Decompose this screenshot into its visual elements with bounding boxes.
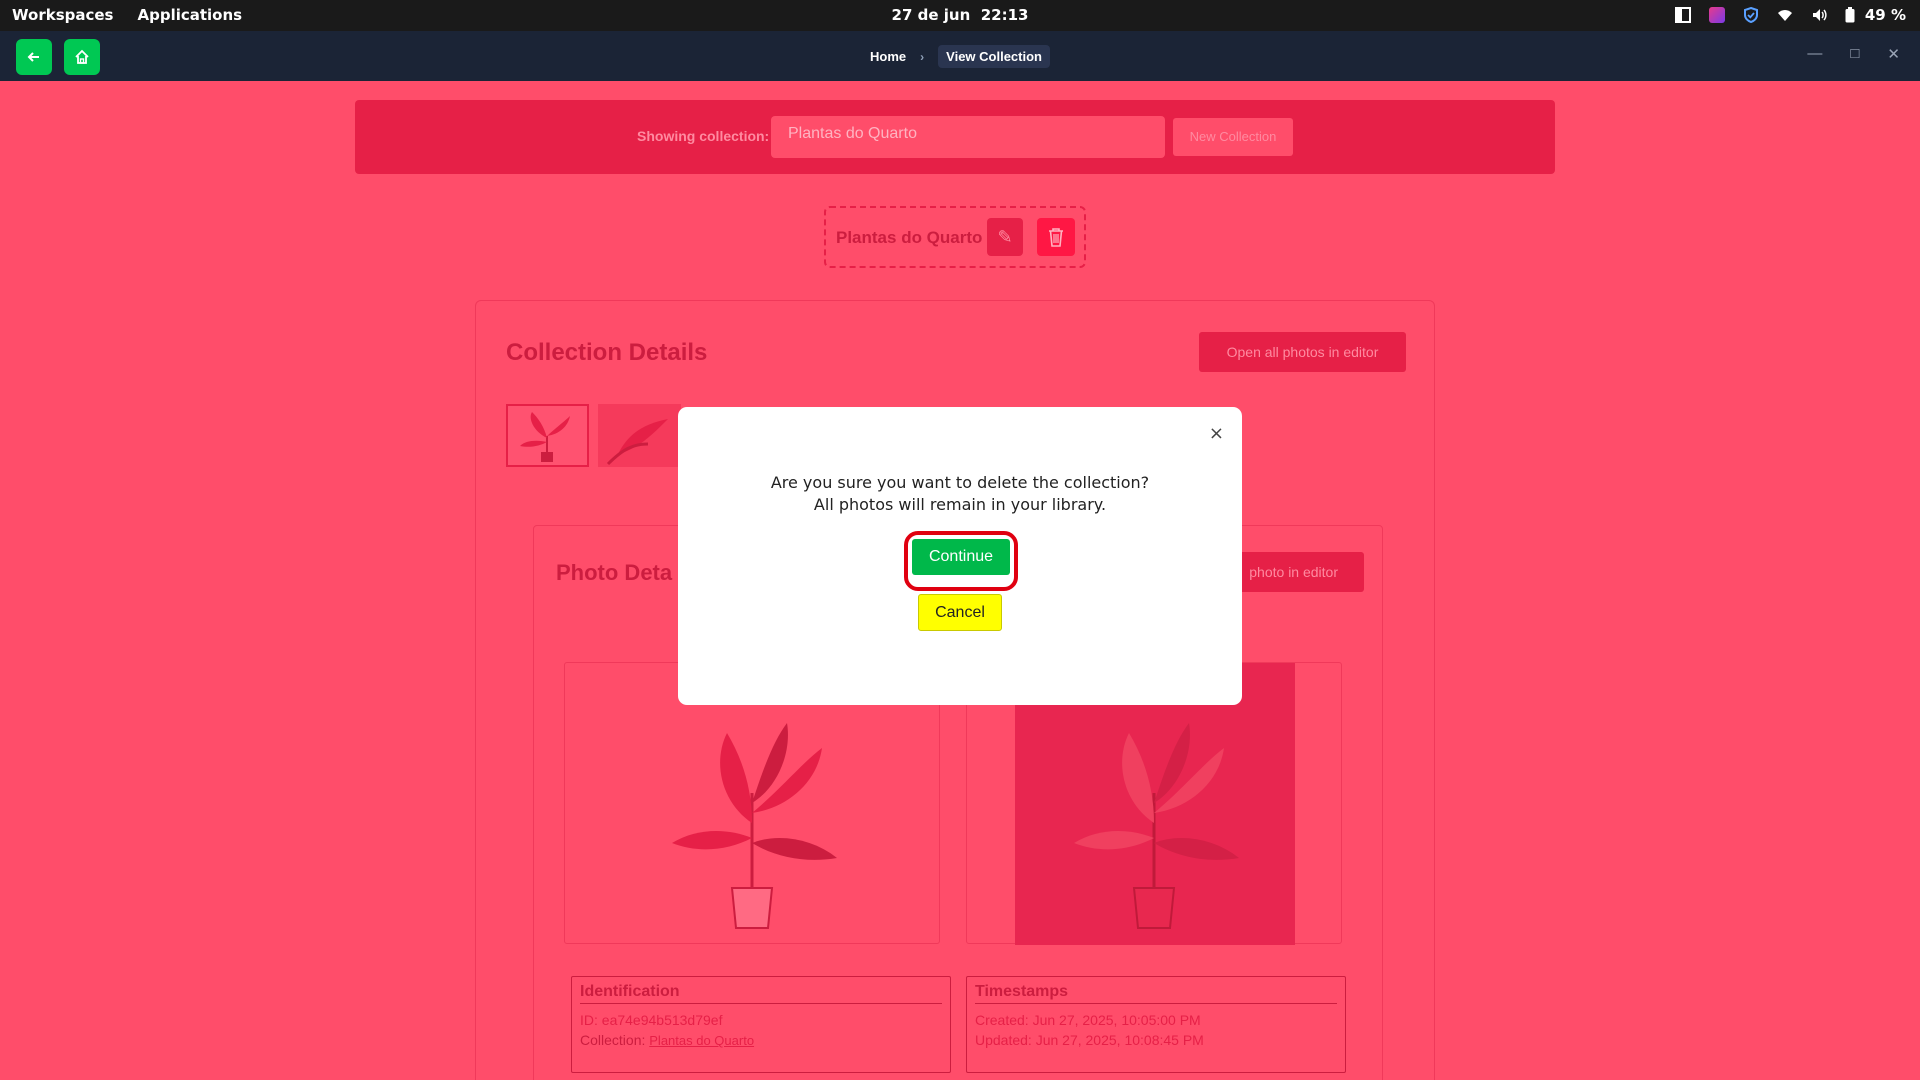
breadcrumb-home[interactable]: Home <box>870 49 906 64</box>
timestamps-title: Timestamps <box>975 983 1337 1004</box>
photo-details-title: Photo Deta <box>556 560 673 585</box>
showing-collection-label: Showing collection: <box>637 128 770 144</box>
clock-date: 27 de jun <box>891 6 971 24</box>
identification-title: Identification <box>580 983 942 1004</box>
shield-icon[interactable] <box>1743 7 1759 23</box>
delete-collection-dialog: × Are you sure you want to delete the co… <box>678 407 1242 705</box>
app-indicator-icon[interactable] <box>1708 7 1725 23</box>
window-controls: — □ ✕ <box>1807 45 1900 63</box>
collection-select[interactable]: Plantas do Quarto <box>771 116 1165 158</box>
volume-icon[interactable] <box>1811 7 1827 23</box>
clock-time: 22:13 <box>980 6 1029 24</box>
system-tray: 49 % <box>1674 6 1906 24</box>
maximize-icon[interactable]: □ <box>1850 45 1859 63</box>
open-all-photos-button[interactable]: Open all photos in editor <box>1199 332 1406 372</box>
delete-collection-button[interactable] <box>1037 218 1075 256</box>
identification-box: Identification ID: ea74e94b513d79ef Coll… <box>571 976 951 1073</box>
collection-link[interactable]: Plantas do Quarto <box>649 1033 754 1048</box>
open-photo-in-editor-button[interactable]: photo in editor <box>1224 552 1364 592</box>
plant-image <box>520 412 570 462</box>
updated-timestamp: Updated: Jun 27, 2025, 10:08:45 PM <box>975 1032 1204 1048</box>
wifi-icon[interactable] <box>1777 7 1793 23</box>
app-header: Home › View Collection — □ ✕ <box>0 31 1920 81</box>
plant-image <box>672 723 837 929</box>
trash-icon <box>1049 228 1063 247</box>
clock[interactable]: 27 de jun 22:13 <box>0 6 1920 24</box>
breadcrumb-current[interactable]: View Collection <box>938 45 1050 68</box>
system-top-bar: Workspaces Applications 27 de jun 22:13 … <box>0 0 1920 31</box>
minimize-icon[interactable]: — <box>1807 45 1822 63</box>
battery-percent: 49 % <box>1864 6 1906 24</box>
photo-thumbnail[interactable] <box>506 404 589 467</box>
plant-image <box>1074 723 1239 929</box>
dialog-message-line-1: Are you sure you want to delete the coll… <box>770 473 1150 492</box>
plant-image <box>606 419 668 466</box>
collection-details-title: Collection Details <box>506 339 708 366</box>
pencil-icon: ✎ <box>997 227 1013 247</box>
new-collection-button[interactable]: New Collection <box>1173 118 1293 156</box>
edit-collection-button[interactable]: ✎ <box>987 218 1023 256</box>
collection-label: Collection: <box>580 1032 646 1048</box>
battery-indicator[interactable]: 49 % <box>1845 6 1906 24</box>
collection-selector-bar: Showing collection: Plantas do Quarto Ne… <box>355 100 1555 174</box>
close-icon[interactable]: × <box>1209 423 1224 444</box>
collection-name-box: Plantas do Quarto ✎ <box>824 206 1086 268</box>
dialog-message: Are you sure you want to delete the coll… <box>678 472 1242 516</box>
photo-thumbnail[interactable] <box>598 404 681 467</box>
close-icon[interactable]: ✕ <box>1887 45 1900 63</box>
battery-icon <box>1845 7 1861 23</box>
grid-icon[interactable] <box>1674 7 1691 23</box>
created-timestamp: Created: Jun 27, 2025, 10:05:00 PM <box>975 1012 1201 1028</box>
continue-button[interactable]: Continue <box>912 539 1010 575</box>
breadcrumb-separator: › <box>920 49 925 64</box>
photo-id: ID: ea74e94b513d79ef <box>580 1012 723 1028</box>
workspaces-menu[interactable]: Workspaces <box>12 6 113 24</box>
applications-menu[interactable]: Applications <box>137 6 242 24</box>
timestamps-box: Timestamps Created: Jun 27, 2025, 10:05:… <box>966 976 1346 1073</box>
collection-name: Plantas do Quarto <box>836 228 983 247</box>
dialog-message-line-2: All photos will remain in your library. <box>813 495 1107 514</box>
breadcrumb: Home › View Collection <box>0 45 1920 68</box>
cancel-button[interactable]: Cancel <box>918 594 1002 631</box>
